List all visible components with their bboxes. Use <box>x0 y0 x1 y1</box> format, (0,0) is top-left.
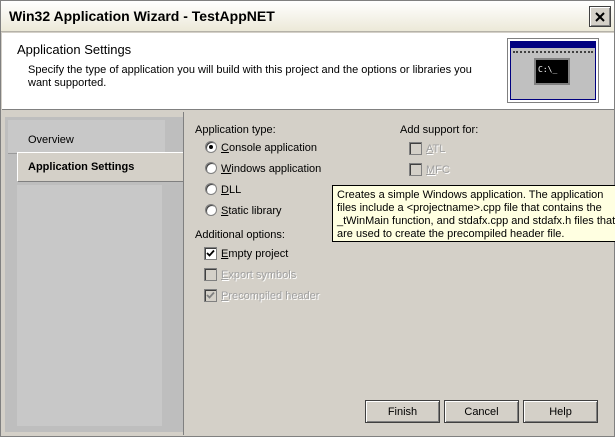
page-description: Specify the type of application you will… <box>28 64 472 89</box>
console-screen: C:\_ <box>534 58 570 85</box>
finish-button[interactable]: Finish <box>365 400 440 423</box>
checkbox-mfc-box <box>409 163 422 176</box>
checkmark-icon <box>206 291 215 299</box>
console-prompt: C:\_ <box>538 65 558 74</box>
radio-windows-application-button[interactable] <box>205 162 217 174</box>
nav-item-application-settings[interactable]: Application Settings <box>17 152 184 182</box>
window-illustration-titlebar <box>511 42 595 48</box>
add-support-heading: Add support for: <box>400 124 479 136</box>
checkbox-precompiled-header-label: Precompiled header <box>221 290 320 302</box>
window-title: Win32 Application Wizard - TestAppNET <box>9 8 275 24</box>
close-icon <box>595 11 605 22</box>
radio-console-application-label[interactable]: Console application <box>221 142 317 154</box>
title-bar: Win32 Application Wizard - TestAppNET <box>1 1 614 32</box>
cancel-button[interactable]: Cancel <box>444 400 519 423</box>
nav-item-application-settings-label: Application Settings <box>28 161 135 173</box>
window-illustration: C:\_ <box>510 41 596 100</box>
application-type-heading: Application type: <box>195 124 276 136</box>
radio-dll-button[interactable] <box>205 183 217 195</box>
page-header: Application Settings Specify the type of… <box>2 33 614 110</box>
checkbox-precompiled-header-box <box>204 289 217 302</box>
checkbox-export-symbols-box <box>204 268 217 281</box>
checkbox-export-symbols-label: Export symbols <box>221 269 297 281</box>
nav-empty-area <box>17 185 162 426</box>
radio-dll-label[interactable]: DLL <box>221 184 241 196</box>
checkbox-empty-project-label[interactable]: Empty project <box>221 248 288 260</box>
close-button[interactable] <box>589 6 611 27</box>
panel-divider <box>183 112 184 435</box>
checkbox-empty-project-box[interactable] <box>204 247 217 260</box>
checkbox-atl-label: ATL <box>426 143 446 155</box>
wizard-nav-panel: Overview Application Settings <box>5 117 184 432</box>
radio-windows-application-label[interactable]: Windows application <box>221 163 321 175</box>
nav-item-overview[interactable]: Overview <box>8 120 165 154</box>
checkbox-mfc-label: MFC <box>426 164 450 176</box>
console-window-icon: C:\_ <box>507 38 599 103</box>
page-title: Application Settings <box>17 42 132 57</box>
radio-static-library-label[interactable]: Static library <box>221 205 282 217</box>
nav-item-overview-label: Overview <box>28 134 74 146</box>
radio-console-application-button[interactable] <box>205 141 217 153</box>
tooltip: Creates a simple Windows application. Th… <box>332 185 615 242</box>
wizard-window: Win32 Application Wizard - TestAppNET Ap… <box>0 0 615 437</box>
radio-static-library-button[interactable] <box>205 204 217 216</box>
checkbox-atl-box <box>409 142 422 155</box>
window-illustration-menubar <box>513 51 593 55</box>
help-button[interactable]: Help <box>523 400 598 423</box>
checkmark-icon <box>206 249 215 257</box>
additional-options-heading: Additional options: <box>195 229 285 241</box>
